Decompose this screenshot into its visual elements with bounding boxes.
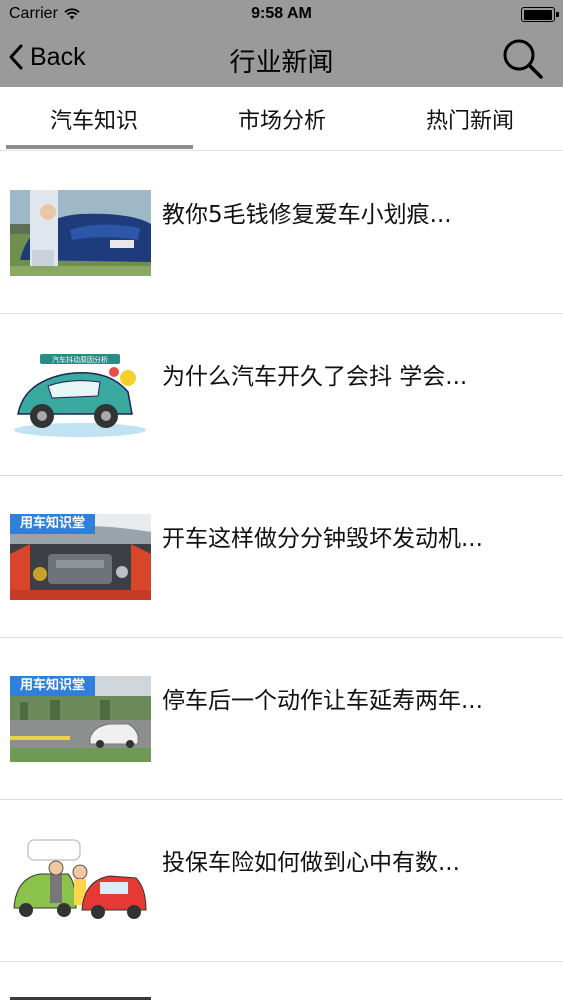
car-scratch-photo-icon bbox=[10, 190, 151, 276]
news-list: 教你5毛钱修复爱车小划痕... 汽车抖动原因分析 为什么汽车开久了会抖 学会..… bbox=[0, 152, 563, 1000]
app-screen: Carrier 9:58 AM Back 行业新闻 汽车知识 市场分析 热门新闻… bbox=[0, 0, 563, 1000]
status-bar: Carrier 9:58 AM bbox=[0, 0, 563, 28]
status-time: 9:58 AM bbox=[251, 5, 312, 22]
news-item[interactable]: 教你5毛钱修复爱车小划痕... bbox=[0, 152, 563, 314]
category-tabs: 汽车知识 市场分析 热门新闻 bbox=[0, 87, 563, 151]
tab-hot-news[interactable]: 热门新闻 bbox=[376, 87, 563, 151]
news-item-partial[interactable] bbox=[0, 962, 563, 1000]
search-icon bbox=[503, 39, 543, 79]
parking-lot-photo-icon: 用车知识堂 bbox=[10, 676, 151, 762]
news-title: 开车这样做分分钟毁坏发动机... bbox=[162, 526, 483, 552]
news-item[interactable]: 汽车抖动原因分析 为什么汽车开久了会抖 学会... bbox=[0, 314, 563, 476]
svg-text:汽车抖动原因分析: 汽车抖动原因分析 bbox=[52, 355, 108, 364]
banner-tag: 用车知识堂 bbox=[10, 676, 96, 696]
news-item[interactable]: 用车知识堂 停车后一个动作让车延寿两年... bbox=[0, 638, 563, 800]
active-tab-indicator bbox=[6, 145, 193, 149]
news-item[interactable]: 用车知识堂 开车这样做分分钟毁坏发动机... bbox=[0, 476, 563, 638]
news-item[interactable]: 投保车险如何做到心中有数... bbox=[0, 800, 563, 962]
navigation-bar: Back 行业新闻 bbox=[0, 28, 563, 87]
news-title: 投保车险如何做到心中有数... bbox=[162, 850, 460, 876]
battery-icon bbox=[521, 7, 559, 22]
insurance-cartoon-icon bbox=[10, 838, 151, 924]
banner-tag: 用车知识堂 bbox=[10, 514, 96, 534]
tab-market-analysis[interactable]: 市场分析 bbox=[188, 87, 376, 151]
news-title: 教你5毛钱修复爱车小划痕... bbox=[162, 202, 452, 228]
tab-car-knowledge[interactable]: 汽车知识 bbox=[0, 87, 188, 151]
page-title: 行业新闻 bbox=[229, 48, 334, 78]
engine-bay-photo-icon: 用车知识堂 bbox=[10, 514, 151, 600]
shaking-car-cartoon-icon: 汽车抖动原因分析 bbox=[10, 352, 151, 438]
news-title: 停车后一个动作让车延寿两年... bbox=[162, 688, 483, 714]
news-title: 为什么汽车开久了会抖 学会... bbox=[162, 364, 468, 390]
search-button[interactable] bbox=[501, 37, 545, 81]
